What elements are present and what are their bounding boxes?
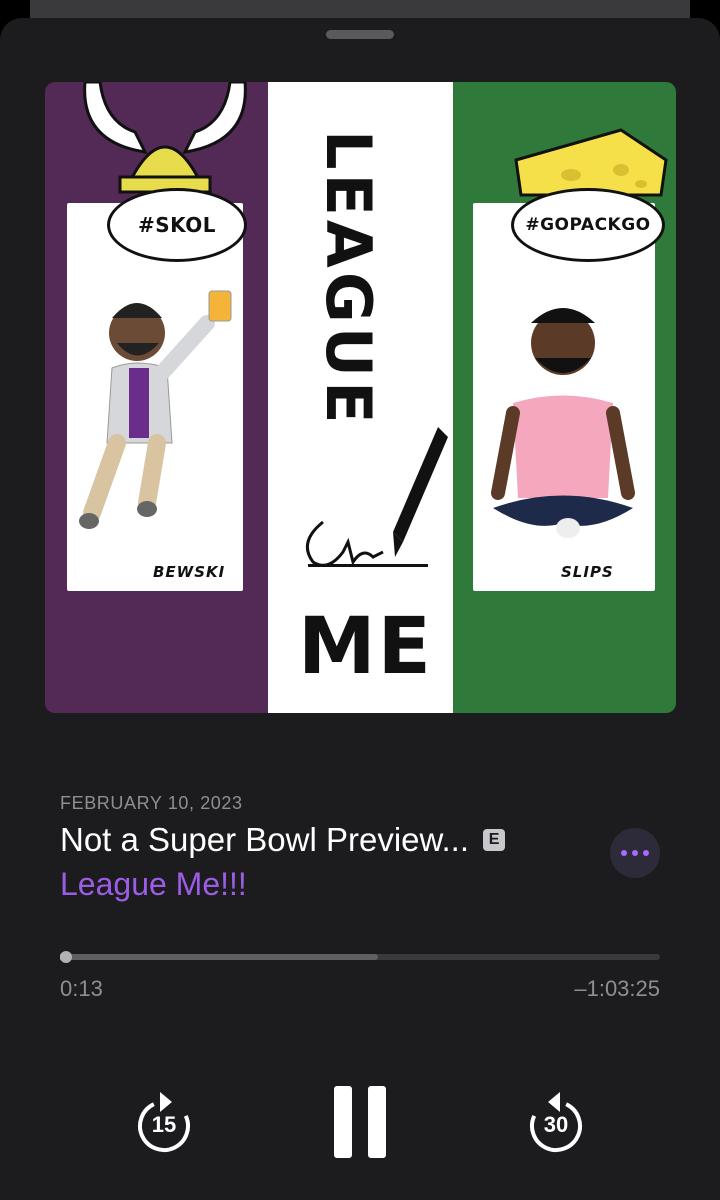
pause-icon (334, 1086, 386, 1158)
episode-date: FEBRUARY 10, 2023 (60, 793, 243, 813)
episode-artwork: BEWSKI #SKOL LEAGUE ME SLIPS #GOPACKGO (45, 82, 676, 713)
sheet-grabber[interactable] (326, 30, 394, 39)
scrubber-knob[interactable] (60, 951, 72, 963)
right-signature: SLIPS (561, 563, 614, 581)
skip-forward-label: 30 (543, 1112, 569, 1137)
skip-back-button[interactable]: 15 (134, 1090, 194, 1154)
more-options-button[interactable] (610, 828, 660, 878)
league-title-text: LEAGUE (312, 130, 385, 428)
now-playing-sheet: BEWSKI #SKOL LEAGUE ME SLIPS #GOPACKGO F… (0, 18, 720, 1200)
left-signature: BEWSKI (153, 563, 226, 581)
left-character-card: BEWSKI (67, 203, 243, 591)
episode-title[interactable]: Not a Super Bowl Preview... (60, 821, 469, 859)
artwork-right-panel: SLIPS #GOPACKGO (453, 82, 676, 713)
remaining-time: –1:03:25 (574, 976, 660, 1001)
me-title-text: ME (298, 602, 433, 692)
gopackgo-speech-bubble: #GOPACKGO (511, 188, 665, 262)
viking-helmet-icon (83, 82, 247, 194)
playback-scrubber[interactable] (60, 951, 660, 963)
character-slips (491, 308, 635, 538)
right-character-card: SLIPS (473, 203, 655, 591)
buffered-bar (60, 954, 378, 960)
elapsed-time: 0:13 (60, 976, 103, 1001)
skip-forward-button[interactable]: 30 (526, 1090, 586, 1154)
character-bewski (79, 290, 232, 529)
ellipsis-icon (621, 850, 627, 856)
show-name-link[interactable]: League Me!!! (60, 866, 247, 903)
skip-back-label: 15 (151, 1112, 177, 1137)
artwork-center-panel: LEAGUE ME (268, 82, 453, 713)
skol-speech-bubble: #SKOL (107, 188, 247, 262)
ellipsis-icon (643, 850, 649, 856)
explicit-badge: E (483, 829, 506, 851)
pause-button[interactable] (330, 1084, 390, 1160)
episode-title-row: Not a Super Bowl Preview... E (60, 821, 506, 859)
artwork-left-panel: BEWSKI #SKOL (45, 82, 268, 713)
signature-scribble-icon (305, 520, 428, 567)
ellipsis-icon (632, 850, 638, 856)
